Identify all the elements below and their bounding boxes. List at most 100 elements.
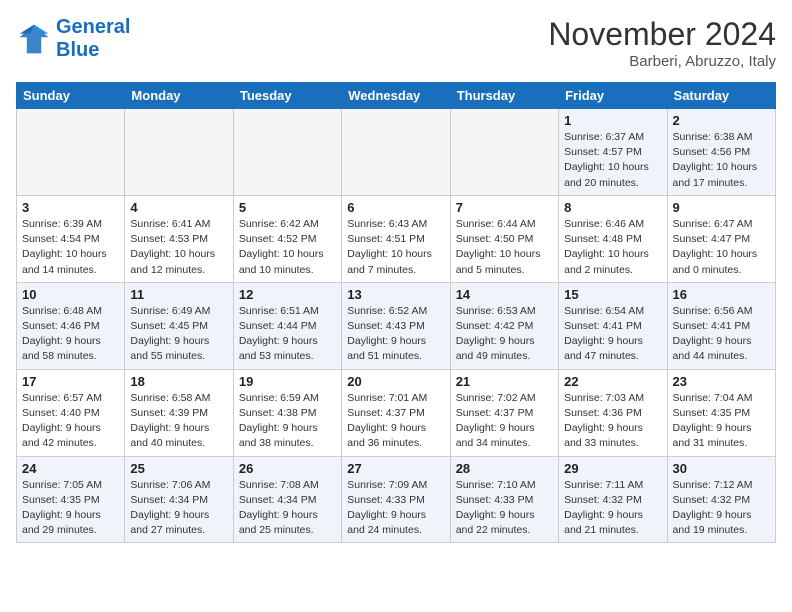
table-row: 22 Sunrise: 7:03 AM Sunset: 4:36 PM Dayli… [559,369,667,456]
table-row: 24Sunrise: 7:05 AM Sunset: 4:35 PM Dayli… [17,456,125,543]
table-row: 20 Sunrise: 7:01 AM Sunset: 4:37 PM Dayli… [342,369,450,456]
col-saturday: Saturday [667,83,775,109]
day-number: 10 [22,287,119,302]
day-number: 14 [456,287,553,302]
day-number: 9 [673,200,770,215]
header: General Blue November 2024 Barberi, Abru… [16,16,776,70]
table-row: 13 Sunrise: 6:52 AM Sunset: 4:43 PM Dayli… [342,282,450,369]
day-info: Sunrise: 6:51 AM Sunset: 4:44 PM Dayligh… [239,304,336,365]
day-info: Sunrise: 6:44 AM Sunset: 4:50 PM Dayligh… [456,217,553,278]
day-info: Sunrise: 6:54 AM Sunset: 4:41 PM Dayligh… [564,304,661,365]
day-number: 20 [347,374,444,389]
day-info: Sunrise: 7:01 AM Sunset: 4:37 PM Dayligh… [347,391,444,452]
table-row [450,109,558,196]
logo-general: General [56,16,130,38]
calendar-container: General Blue November 2024 Barberi, Abru… [0,0,792,553]
calendar-week-row: 3Sunrise: 6:39 AM Sunset: 4:54 PM Daylig… [17,195,776,282]
day-number: 15 [564,287,661,302]
day-info: Sunrise: 6:57 AM Sunset: 4:40 PM Dayligh… [22,391,119,452]
calendar-table: Sunday Monday Tuesday Wednesday Thursday… [16,82,776,543]
day-number: 19 [239,374,336,389]
logo-blue: Blue [56,39,130,62]
day-info: Sunrise: 6:56 AM Sunset: 4:41 PM Dayligh… [673,304,770,365]
col-thursday: Thursday [450,83,558,109]
day-info: Sunrise: 7:10 AM Sunset: 4:33 PM Dayligh… [456,478,553,539]
day-number: 18 [130,374,227,389]
table-row: 6 Sunrise: 6:43 AM Sunset: 4:51 PM Daylig… [342,195,450,282]
calendar-header-row: Sunday Monday Tuesday Wednesday Thursday… [17,83,776,109]
table-row [17,109,125,196]
day-number: 29 [564,461,661,476]
day-info: Sunrise: 6:53 AM Sunset: 4:42 PM Dayligh… [456,304,553,365]
col-tuesday: Tuesday [233,83,341,109]
table-row: 9 Sunrise: 6:47 AM Sunset: 4:47 PM Daylig… [667,195,775,282]
day-number: 12 [239,287,336,302]
col-wednesday: Wednesday [342,83,450,109]
day-number: 4 [130,200,227,215]
day-number: 2 [673,113,770,128]
calendar-week-row: 10 Sunrise: 6:48 AM Sunset: 4:46 PM Dayli… [17,282,776,369]
day-number: 21 [456,374,553,389]
day-number: 26 [239,461,336,476]
col-sunday: Sunday [17,83,125,109]
col-friday: Friday [559,83,667,109]
day-info: Sunrise: 7:05 AM Sunset: 4:35 PM Dayligh… [22,478,119,539]
day-info: Sunrise: 7:12 AM Sunset: 4:32 PM Dayligh… [673,478,770,539]
day-info: Sunrise: 6:41 AM Sunset: 4:53 PM Dayligh… [130,217,227,278]
day-info: Sunrise: 6:46 AM Sunset: 4:48 PM Dayligh… [564,217,661,278]
day-info: Sunrise: 7:11 AM Sunset: 4:32 PM Dayligh… [564,478,661,539]
calendar-week-row: 17 Sunrise: 6:57 AM Sunset: 4:40 PM Dayli… [17,369,776,456]
logo-text: General Blue [56,16,130,62]
table-row [125,109,233,196]
day-info: Sunrise: 7:08 AM Sunset: 4:34 PM Dayligh… [239,478,336,539]
table-row: 12 Sunrise: 6:51 AM Sunset: 4:44 PM Dayli… [233,282,341,369]
table-row: 17 Sunrise: 6:57 AM Sunset: 4:40 PM Dayli… [17,369,125,456]
table-row [342,109,450,196]
logo-icon [16,21,52,57]
day-info: Sunrise: 6:48 AM Sunset: 4:46 PM Dayligh… [22,304,119,365]
day-number: 17 [22,374,119,389]
day-info: Sunrise: 6:49 AM Sunset: 4:45 PM Dayligh… [130,304,227,365]
day-info: Sunrise: 6:52 AM Sunset: 4:43 PM Dayligh… [347,304,444,365]
table-row: 7Sunrise: 6:44 AM Sunset: 4:50 PM Daylig… [450,195,558,282]
day-number: 1 [564,113,661,128]
table-row: 16Sunrise: 6:56 AM Sunset: 4:41 PM Dayli… [667,282,775,369]
calendar-week-row: 24Sunrise: 7:05 AM Sunset: 4:35 PM Dayli… [17,456,776,543]
table-row: 5Sunrise: 6:42 AM Sunset: 4:52 PM Daylig… [233,195,341,282]
day-number: 8 [564,200,661,215]
table-row: 26 Sunrise: 7:08 AM Sunset: 4:34 PM Dayli… [233,456,341,543]
table-row [233,109,341,196]
table-row: 8 Sunrise: 6:46 AM Sunset: 4:48 PM Daylig… [559,195,667,282]
day-info: Sunrise: 6:58 AM Sunset: 4:39 PM Dayligh… [130,391,227,452]
day-number: 25 [130,461,227,476]
table-row: 23Sunrise: 7:04 AM Sunset: 4:35 PM Dayli… [667,369,775,456]
day-info: Sunrise: 7:04 AM Sunset: 4:35 PM Dayligh… [673,391,770,452]
table-row: 14 Sunrise: 6:53 AM Sunset: 4:42 PM Dayli… [450,282,558,369]
day-number: 3 [22,200,119,215]
table-row: 30Sunrise: 7:12 AM Sunset: 4:32 PM Dayli… [667,456,775,543]
day-info: Sunrise: 7:02 AM Sunset: 4:37 PM Dayligh… [456,391,553,452]
table-row: 2 Sunrise: 6:38 AM Sunset: 4:56 PM Daylig… [667,109,775,196]
day-info: Sunrise: 7:03 AM Sunset: 4:36 PM Dayligh… [564,391,661,452]
day-number: 27 [347,461,444,476]
day-info: Sunrise: 6:42 AM Sunset: 4:52 PM Dayligh… [239,217,336,278]
day-number: 13 [347,287,444,302]
day-number: 11 [130,287,227,302]
calendar-week-row: 1Sunrise: 6:37 AM Sunset: 4:57 PM Daylig… [17,109,776,196]
table-row: 21 Sunrise: 7:02 AM Sunset: 4:37 PM Dayli… [450,369,558,456]
day-number: 22 [564,374,661,389]
table-row: 3Sunrise: 6:39 AM Sunset: 4:54 PM Daylig… [17,195,125,282]
table-row: 28 Sunrise: 7:10 AM Sunset: 4:33 PM Dayli… [450,456,558,543]
table-row: 11 Sunrise: 6:49 AM Sunset: 4:45 PM Dayli… [125,282,233,369]
col-monday: Monday [125,83,233,109]
day-number: 28 [456,461,553,476]
table-row: 18 Sunrise: 6:58 AM Sunset: 4:39 PM Dayli… [125,369,233,456]
day-info: Sunrise: 6:38 AM Sunset: 4:56 PM Dayligh… [673,130,770,191]
day-number: 6 [347,200,444,215]
day-info: Sunrise: 6:43 AM Sunset: 4:51 PM Dayligh… [347,217,444,278]
day-info: Sunrise: 7:09 AM Sunset: 4:33 PM Dayligh… [347,478,444,539]
table-row: 10 Sunrise: 6:48 AM Sunset: 4:46 PM Dayli… [17,282,125,369]
table-row: 29 Sunrise: 7:11 AM Sunset: 4:32 PM Dayli… [559,456,667,543]
day-info: Sunrise: 7:06 AM Sunset: 4:34 PM Dayligh… [130,478,227,539]
day-info: Sunrise: 6:47 AM Sunset: 4:47 PM Dayligh… [673,217,770,278]
